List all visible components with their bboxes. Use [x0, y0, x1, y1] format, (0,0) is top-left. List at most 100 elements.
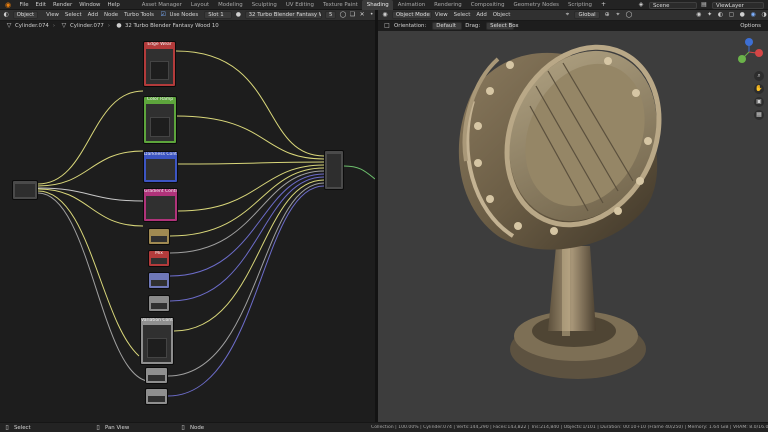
- overlay-icon[interactable]: ◐: [717, 11, 725, 19]
- axis-navigation-gizmo[interactable]: [734, 37, 764, 67]
- unlink-material-icon[interactable]: ✕: [359, 11, 366, 19]
- node-menu-add[interactable]: Add: [85, 12, 101, 18]
- tab-scripting[interactable]: Scripting: [563, 0, 596, 10]
- editor-type-icon[interactable]: ◐: [3, 11, 10, 19]
- tab-compositing[interactable]: Compositing: [466, 0, 509, 10]
- 3d-viewport[interactable]: ⌕ ✋ ▣ ▦: [378, 31, 768, 422]
- node-menu-node[interactable]: Node: [101, 12, 121, 18]
- breadcrumb-separator-icon: ›: [107, 23, 110, 29]
- mix-red-node[interactable]: Mix: [148, 250, 170, 267]
- transform-orientation-dropdown[interactable]: Global: [574, 11, 601, 19]
- tab-uv-editing[interactable]: UV Editing: [281, 0, 318, 10]
- perspective-grid-icon[interactable]: ▦: [754, 110, 764, 120]
- tab-rendering[interactable]: Rendering: [430, 0, 467, 10]
- turbo-tools-menu[interactable]: Turbo Tools: [121, 12, 157, 18]
- snap-icon[interactable]: ⌖: [614, 11, 622, 19]
- reroute-node[interactable]: [145, 367, 168, 384]
- node-menu-select[interactable]: Select: [62, 12, 85, 18]
- node-title: [146, 389, 167, 395]
- edge-wear-node[interactable]: Edge Wear: [143, 41, 176, 87]
- camera-icon[interactable]: ▣: [754, 97, 764, 107]
- orientation-dropdown[interactable]: Default: [432, 22, 463, 30]
- scene-field[interactable]: Scene: [649, 1, 697, 9]
- breadcrumb-object[interactable]: Cylinder.074: [13, 23, 51, 29]
- reroute-node[interactable]: [145, 388, 168, 405]
- shading-rendered-icon[interactable]: ◑: [760, 11, 768, 19]
- rivet: [604, 57, 612, 65]
- shading-material-icon[interactable]: ◉: [749, 11, 757, 19]
- shading-solid-icon[interactable]: ●: [738, 11, 746, 19]
- breadcrumb-mesh[interactable]: Cylinder.077: [68, 23, 106, 29]
- view-layer-icon: ▤: [701, 1, 707, 8]
- wire: [37, 192, 148, 382]
- viewport-menu-view[interactable]: View: [432, 12, 451, 18]
- view-layer-field[interactable]: ViewLayer: [712, 1, 764, 9]
- rivet: [636, 177, 644, 185]
- select-box-tool-icon[interactable]: □: [383, 22, 391, 30]
- zoom-icon[interactable]: ⌕: [754, 71, 764, 81]
- node-curve-plot: [147, 337, 167, 358]
- tab-texture-paint[interactable]: Texture Paint: [318, 0, 362, 10]
- material-name-field[interactable]: 32 Turbo Blender Fantasy Wood 10: [244, 11, 323, 19]
- viewport-tool-settings: □ Orientation: Default Drag: Select Box …: [380, 21, 768, 31]
- color-ramp-node[interactable]: Color Ramp: [143, 96, 177, 144]
- darkness-control-node[interactable]: Darkness Control: [143, 151, 178, 183]
- viewport-editor-type-icon[interactable]: ◉: [381, 11, 389, 19]
- viewport-menu-select[interactable]: Select: [451, 12, 474, 18]
- wire: [177, 164, 325, 212]
- gizmo-x-axis: [755, 49, 763, 57]
- tab-layout[interactable]: Layout: [186, 0, 213, 10]
- tab-sculpting[interactable]: Sculpting: [247, 0, 281, 10]
- proportional-edit-icon[interactable]: ◯: [625, 11, 633, 19]
- visibility-icon[interactable]: ◉: [695, 11, 703, 19]
- node-body: [15, 184, 35, 197]
- viewport-header: ◉ Object Mode View Select Add Object ⌖ G…: [378, 10, 768, 21]
- tab-asset-manager[interactable]: Asset Manager: [137, 0, 186, 10]
- group-output-node[interactable]: [324, 150, 344, 190]
- drag-dropdown[interactable]: Select Box: [486, 22, 519, 30]
- menu-file[interactable]: File: [16, 2, 32, 8]
- object-mode-dropdown[interactable]: Object Mode: [391, 11, 432, 19]
- mix-node[interactable]: [148, 228, 170, 245]
- transform-orientation-icon: ⌖: [565, 11, 570, 18]
- node-body: [148, 396, 165, 402]
- value-node[interactable]: [148, 295, 170, 312]
- slot-dropdown[interactable]: Slot 1: [204, 11, 233, 19]
- tab-shading[interactable]: Shading: [362, 0, 394, 10]
- tab-geometry-nodes[interactable]: Geometry Nodes: [509, 0, 563, 10]
- texture-coordinate-node[interactable]: [12, 180, 38, 200]
- use-nodes-label[interactable]: Use Nodes: [167, 12, 202, 18]
- vector-node[interactable]: [148, 272, 170, 289]
- wire: [37, 90, 144, 185]
- wooden-barrel-model: [458, 44, 662, 379]
- node-menu-view[interactable]: View: [43, 12, 62, 18]
- gizmo-line: [743, 51, 750, 58]
- breadcrumb-material[interactable]: 32 Turbo Blender Fantasy Wood 10: [123, 23, 221, 29]
- material-user-count[interactable]: 5: [325, 11, 337, 19]
- pin-icon[interactable]: •: [368, 11, 375, 19]
- xray-icon[interactable]: ▢: [727, 11, 735, 19]
- tab-modeling[interactable]: Modeling: [214, 0, 248, 10]
- viewport-menu-object[interactable]: Object: [490, 12, 514, 18]
- menu-window[interactable]: Window: [76, 2, 104, 8]
- variation-control-node[interactable]: Variation Control: [140, 317, 174, 365]
- gradient-control-node[interactable]: Gradient Control: [143, 188, 178, 222]
- use-nodes-checkbox-icon[interactable]: ☑: [160, 11, 167, 19]
- options-menu[interactable]: Options: [737, 23, 764, 29]
- add-workspace-icon[interactable]: +: [599, 1, 607, 9]
- blender-logo-icon[interactable]: ◉: [3, 1, 13, 9]
- viewport-menu-add[interactable]: Add: [473, 12, 489, 18]
- menu-edit[interactable]: Edit: [32, 2, 49, 8]
- orientation-label: Orientation:: [394, 23, 427, 29]
- node-editor-canvas[interactable]: Edge Wear Color Ramp Darkness Control Gr…: [0, 31, 375, 422]
- duplicate-material-icon[interactable]: ❏: [349, 11, 356, 19]
- pivot-icon[interactable]: ⊕: [603, 11, 611, 19]
- tab-animation[interactable]: Animation: [393, 0, 429, 10]
- fake-user-shield-icon[interactable]: ◯: [339, 11, 346, 19]
- rivet: [550, 227, 558, 235]
- menu-help[interactable]: Help: [104, 2, 123, 8]
- menu-render[interactable]: Render: [49, 2, 75, 8]
- pan-hand-icon[interactable]: ✋: [754, 84, 764, 94]
- object-mode-dropdown[interactable]: Object: [12, 11, 39, 19]
- gizmo-icon[interactable]: ✦: [706, 11, 714, 19]
